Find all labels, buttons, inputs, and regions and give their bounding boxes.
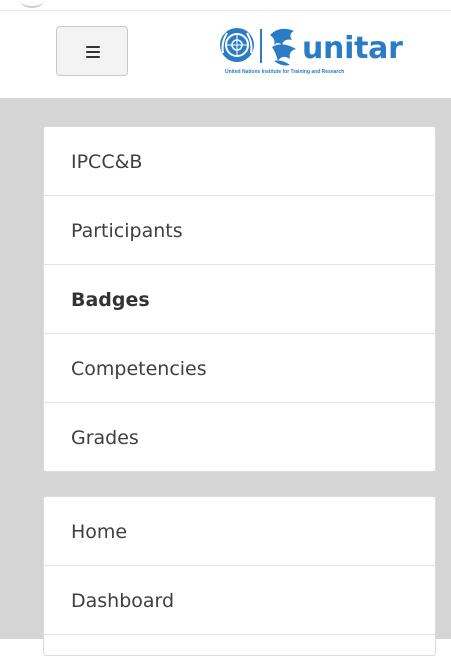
hamburger-menu-icon (86, 46, 100, 58)
browser-top-edge (0, 0, 451, 11)
unitar-logo[interactable]: unitar United Nations Institute for Trai… (212, 25, 403, 85)
primary-nav-panel: IPCC&B Participants Badges Competencies … (43, 126, 436, 472)
logo-divider (260, 29, 262, 63)
nav-item-participants[interactable]: Participants (44, 196, 435, 265)
secondary-nav-panel: Home Dashboard (43, 496, 436, 656)
menu-toggle-button[interactable] (56, 26, 128, 76)
nav-item-grades[interactable]: Grades (44, 403, 435, 471)
logo-emblem-group (220, 28, 296, 66)
nav-item-competencies[interactable]: Competencies (44, 334, 435, 403)
browser-tab-edge (20, 0, 44, 8)
nav-item-label: Dashboard (71, 590, 175, 612)
nav-item-dashboard[interactable]: Dashboard (44, 566, 435, 635)
logo-tagline: United Nations Institute for Training an… (225, 69, 345, 75)
un-emblem-icon (220, 28, 254, 62)
nav-item-badges[interactable]: Badges (44, 265, 435, 334)
main-content: IPCC&B Participants Badges Competencies … (0, 98, 451, 656)
nav-item-home[interactable]: Home (44, 497, 435, 566)
nav-item-ipccb[interactable]: IPCC&B (44, 127, 435, 196)
unitar-bird-icon (270, 28, 296, 66)
nav-item-label: Competencies (71, 358, 207, 380)
nav-item-label: Home (71, 521, 128, 543)
logo-wordmark: unitar (302, 31, 403, 66)
site-header: unitar United Nations Institute for Trai… (0, 11, 451, 98)
nav-item-label: IPCC&B (71, 151, 143, 173)
nav-item-label: Participants (71, 220, 183, 242)
nav-item-label: Badges (71, 289, 150, 311)
nav-item-label: Grades (71, 427, 139, 449)
